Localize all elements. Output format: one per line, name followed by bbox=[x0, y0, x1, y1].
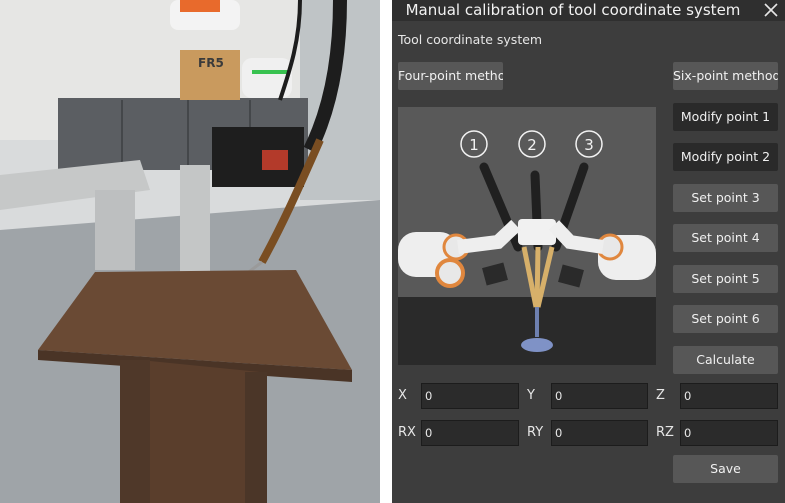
svg-text:2: 2 bbox=[527, 136, 537, 154]
y-field[interactable] bbox=[551, 383, 648, 409]
tool-calibration-illustration: 1 2 3 bbox=[398, 107, 656, 365]
six-point-method-button[interactable]: Six-point method bbox=[673, 62, 778, 90]
ry-field[interactable] bbox=[551, 420, 648, 446]
rx-label: RX bbox=[398, 425, 416, 440]
ry-label: RY bbox=[527, 425, 544, 440]
section-label: Tool coordinate system bbox=[398, 32, 543, 47]
z-field[interactable] bbox=[680, 383, 778, 409]
four-point-method-button[interactable]: Four-point method bbox=[398, 62, 503, 90]
calibration-diagram: 1 2 3 bbox=[398, 107, 656, 365]
welding-robot-scene: FR5 bbox=[0, 0, 380, 503]
title-bar: Manual calibration of tool coordinate sy… bbox=[392, 0, 785, 21]
svg-text:1: 1 bbox=[469, 136, 479, 154]
set-point-3-button[interactable]: Set point 3 bbox=[673, 184, 778, 212]
x-field[interactable] bbox=[421, 383, 519, 409]
modify-point-2-button[interactable]: Modify point 2 bbox=[673, 143, 778, 171]
close-button[interactable] bbox=[763, 0, 781, 21]
close-icon bbox=[764, 3, 778, 17]
camera-photo: FR5 bbox=[0, 0, 380, 503]
calibration-panel: Manual calibration of tool coordinate sy… bbox=[392, 0, 785, 503]
calculate-button[interactable]: Calculate bbox=[673, 346, 778, 374]
set-point-4-button[interactable]: Set point 4 bbox=[673, 224, 778, 252]
set-point-5-button[interactable]: Set point 5 bbox=[673, 265, 778, 293]
z-label: Z bbox=[656, 388, 665, 403]
x-label: X bbox=[398, 388, 407, 403]
set-point-6-button[interactable]: Set point 6 bbox=[673, 305, 778, 333]
svg-text:3: 3 bbox=[584, 136, 594, 154]
rz-field[interactable] bbox=[680, 420, 778, 446]
rz-label: RZ bbox=[656, 425, 674, 440]
y-label: Y bbox=[527, 388, 535, 403]
robot-model-label: FR5 bbox=[198, 56, 224, 70]
rx-field[interactable] bbox=[421, 420, 519, 446]
window-title: Manual calibration of tool coordinate sy… bbox=[405, 1, 741, 19]
save-button[interactable]: Save bbox=[673, 455, 778, 483]
modify-point-1-button[interactable]: Modify point 1 bbox=[673, 103, 778, 131]
